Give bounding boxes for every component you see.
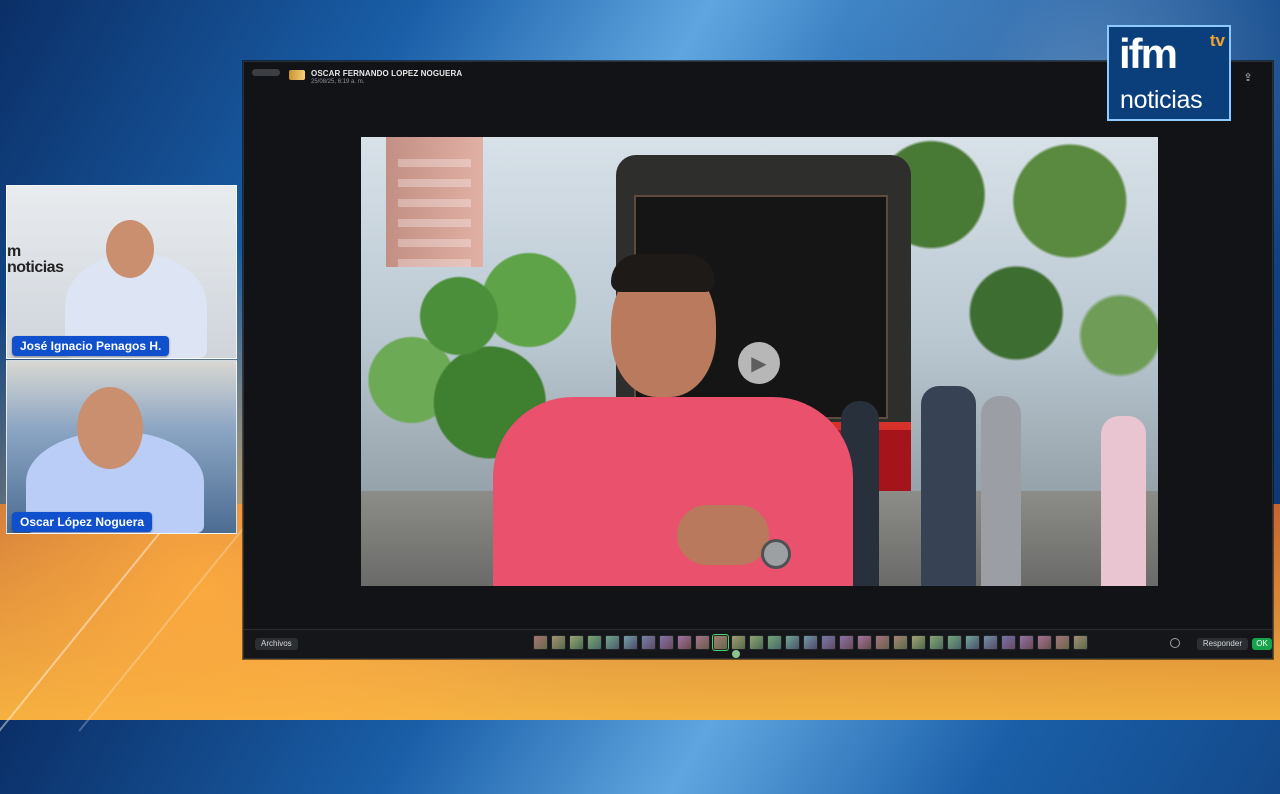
reply-button[interactable]: Responder [1196, 638, 1248, 650]
video-background-person [981, 396, 1021, 586]
viewer-bottom-bar: Archivos Responder OK [244, 629, 1272, 658]
media-thumbnail[interactable] [839, 635, 854, 650]
media-thumbnail[interactable] [1073, 635, 1088, 650]
video-speaker-hands [677, 505, 769, 565]
sender-icon [289, 70, 305, 80]
brand-main: ifm [1119, 30, 1178, 77]
media-thumbnail[interactable] [551, 635, 566, 650]
media-thumbnail[interactable] [1037, 635, 1052, 650]
media-thumbnail[interactable] [1019, 635, 1034, 650]
media-thumbnail[interactable] [749, 635, 764, 650]
media-thumbnail[interactable] [569, 635, 584, 650]
media-thumbnail[interactable] [695, 635, 710, 650]
media-thumbnail[interactable] [965, 635, 980, 650]
share-icon[interactable]: ⇪ [1242, 71, 1254, 84]
participant-2-name-tag: Oscar López Noguera [12, 512, 153, 532]
cursor-indicator [732, 650, 740, 658]
broadcast-brand-logo: ifm tv noticias [1107, 25, 1231, 121]
media-thumbnail[interactable] [911, 635, 926, 650]
media-thumbnail[interactable] [641, 635, 656, 650]
media-thumbnail[interactable] [712, 634, 729, 651]
participant-video-1: m noticias José Ignacio Penagos H. [6, 185, 237, 359]
media-thumbnail[interactable] [857, 635, 872, 650]
ok-button[interactable]: OK [1252, 638, 1272, 650]
media-thumbnail[interactable] [947, 635, 962, 650]
video-speaker-shirt [493, 397, 853, 586]
media-thumbnail[interactable] [767, 635, 782, 650]
media-thumbnail[interactable] [605, 635, 620, 650]
window-control-pill[interactable] [252, 69, 280, 76]
message-viewer-window: OSCAR FERNANDO LOPEZ NOGUERA 25/08/25, 6… [243, 61, 1273, 659]
sender-name: OSCAR FERNANDO LOPEZ NOGUERA [311, 69, 463, 78]
participant-video-2: Oscar López Noguera [6, 360, 237, 534]
media-thumbnail-strip [533, 634, 1088, 651]
video-background-person [1101, 416, 1146, 586]
video-speaker-hair [611, 254, 715, 292]
media-thumbnail[interactable] [821, 635, 836, 650]
participant-1-face [106, 220, 154, 278]
video-background-person [921, 386, 976, 586]
media-thumbnail[interactable] [875, 635, 890, 650]
media-thumbnail[interactable] [623, 635, 638, 650]
brand-tv: tv [1209, 31, 1225, 50]
media-thumbnail[interactable] [731, 635, 746, 650]
studio-logo: m noticias [7, 243, 64, 276]
media-thumbnail[interactable] [803, 635, 818, 650]
archive-button[interactable]: Archivos [255, 638, 298, 650]
media-thumbnail[interactable] [533, 635, 548, 650]
media-thumbnail[interactable] [659, 635, 674, 650]
media-thumbnail[interactable] [1001, 635, 1016, 650]
video-speaker-watch [761, 539, 791, 569]
video-preview[interactable]: ▶ [361, 137, 1158, 586]
message-timestamp: 25/08/25, 6:19 a. m. [311, 79, 365, 85]
play-icon[interactable]: ▶ [738, 342, 780, 384]
media-thumbnail[interactable] [587, 635, 602, 650]
media-thumbnail[interactable] [929, 635, 944, 650]
media-thumbnail[interactable] [785, 635, 800, 650]
media-thumbnail[interactable] [677, 635, 692, 650]
media-thumbnail[interactable] [1055, 635, 1070, 650]
media-thumbnail[interactable] [983, 635, 998, 650]
media-thumbnail[interactable] [893, 635, 908, 650]
participant-1-name-tag: José Ignacio Penagos H. [12, 336, 170, 356]
participant-2-face [77, 387, 143, 469]
emoji-icon[interactable] [1170, 638, 1180, 648]
brand-sub: noticias [1120, 86, 1203, 114]
